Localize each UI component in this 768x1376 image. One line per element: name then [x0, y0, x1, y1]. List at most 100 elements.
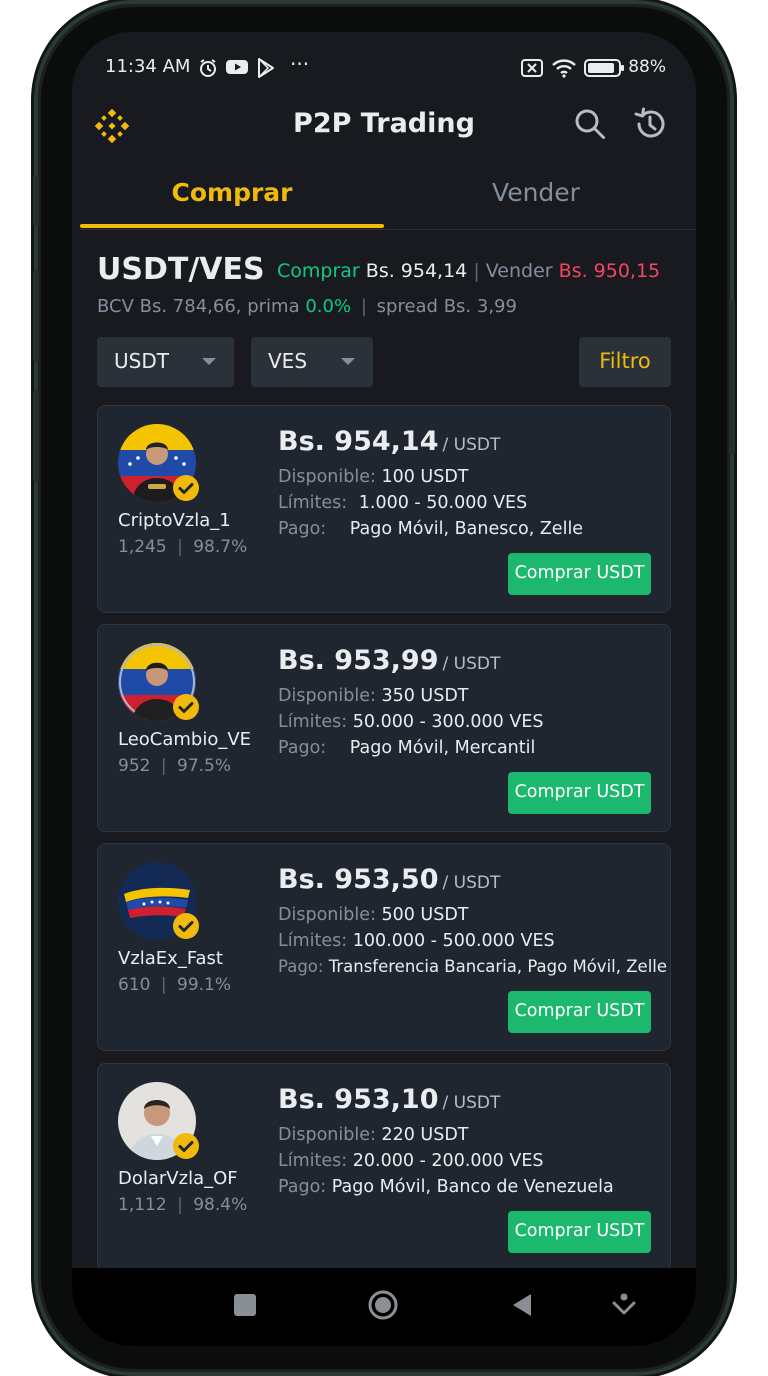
advertiser-name[interactable]: CriptoVzla_1: [118, 510, 231, 531]
limits-value: 100.000 - 500.000 VES: [352, 931, 555, 951]
available-label: Disponible:: [278, 467, 376, 487]
price-value: Bs. 953,50: [278, 864, 439, 895]
verified-check-icon: [173, 694, 199, 720]
available-value: 500 USDT: [381, 905, 469, 925]
limits-value: 1.000 - 50.000 VES: [358, 493, 528, 513]
fiat-select-value: VES: [268, 349, 308, 373]
offer-price: Bs. 954,14/ USDT: [278, 426, 500, 457]
status-more-dots: ···: [290, 52, 310, 76]
active-tab-indicator: [80, 224, 384, 228]
search-icon[interactable]: [572, 106, 608, 142]
pair-name: USDT/VES: [97, 252, 265, 287]
verified-check-icon: [173, 1133, 199, 1159]
stats-separator: |: [160, 975, 167, 995]
limits-label: Límites:: [278, 1151, 348, 1171]
verified-check-icon: [173, 475, 199, 501]
limits-value: 20.000 - 200.000 VES: [352, 1151, 544, 1171]
available-label: Disponible:: [278, 905, 376, 925]
spread-value: spread Bs. 3,99: [376, 296, 517, 317]
available-row: Disponible: 500 USDT: [278, 905, 469, 925]
completion-rate: 97.5%: [177, 756, 232, 776]
buy-usdt-button[interactable]: Comprar USDT: [508, 772, 651, 814]
history-icon[interactable]: [632, 106, 668, 142]
battery-icon: [584, 59, 624, 77]
rate-info: BCV Bs. 784,66, prima 0.0% | spread Bs. …: [97, 296, 517, 317]
limits-row: Límites: 100.000 - 500.000 VES: [278, 931, 555, 951]
orders-count: 952: [118, 756, 151, 776]
home-icon[interactable]: [367, 1289, 399, 1321]
payment-value: Pago Móvil, Banesco, Zelle: [349, 519, 584, 539]
payment-value: Pago Móvil, Banco de Venezuela: [331, 1177, 614, 1197]
buy-usdt-button[interactable]: Comprar USDT: [508, 1211, 651, 1253]
fiat-select[interactable]: VES: [251, 337, 373, 387]
buy-usdt-button[interactable]: Comprar USDT: [508, 553, 651, 595]
rate-separator: |: [360, 296, 367, 317]
limits-label: Límites:: [278, 931, 348, 951]
buy-usdt-button[interactable]: Comprar USDT: [508, 991, 651, 1033]
completion-rate: 99.1%: [177, 975, 232, 995]
screen: 11:34 AM ··· 88% P2P Trading Comprar Ven…: [72, 32, 696, 1346]
payment-value: Transferencia Bancaria, Pago Móvil, Zell…: [328, 957, 668, 976]
tab-comprar[interactable]: Comprar: [80, 178, 384, 207]
verified-check-icon: [173, 913, 199, 939]
chevron-down-icon: [202, 358, 216, 365]
advertiser-name[interactable]: VzlaEx_Fast: [118, 948, 223, 969]
offer-card: LeoCambio_VE 952 | 97.5% Bs. 953,99/ USD…: [97, 624, 671, 832]
stats-separator: |: [160, 756, 167, 776]
limits-label: Límites:: [278, 493, 348, 513]
chevron-down-icon: [341, 358, 355, 365]
price-value: Bs. 953,99: [278, 645, 439, 676]
price-value: Bs. 953,10: [278, 1084, 439, 1115]
status-time: 11:34 AM: [105, 56, 191, 77]
status-bar: 11:34 AM ··· 88%: [72, 50, 696, 86]
bcv-rate: BCV Bs. 784,66, prima: [97, 296, 300, 317]
offer-card: VzlaEx_Fast 610 | 99.1% Bs. 953,50/ USDT…: [97, 843, 671, 1051]
advertiser-name[interactable]: DolarVzla_OF: [118, 1168, 238, 1189]
price-unit: / USDT: [442, 654, 501, 674]
back-icon[interactable]: [509, 1292, 535, 1318]
phone-side-button: [33, 390, 39, 482]
pair-prices: Comprar Bs. 954,14 | Vender Bs. 950,15: [277, 260, 660, 282]
available-value: 100 USDT: [381, 467, 469, 487]
price-unit: / USDT: [442, 873, 501, 893]
available-value: 220 USDT: [381, 1125, 469, 1145]
advertiser-stats: 1,245 | 98.7%: [118, 537, 247, 557]
limits-row: Límites: 50.000 - 300.000 VES: [278, 712, 544, 732]
battery-percent: 88%: [628, 57, 666, 77]
wifi-icon: [552, 59, 576, 78]
prima-value: 0.0%: [305, 296, 352, 317]
payment-row: Pago: Transferencia Bancaria, Pago Móvil…: [278, 957, 667, 976]
offer-card: DolarVzla_OF 1,112 | 98.4% Bs. 953,10/ U…: [97, 1063, 671, 1271]
filter-button[interactable]: Filtro: [579, 337, 671, 387]
available-row: Disponible: 350 USDT: [278, 686, 469, 706]
limits-value: 50.000 - 300.000 VES: [352, 712, 544, 732]
offer-price: Bs. 953,50/ USDT: [278, 864, 500, 895]
buy-label: Comprar: [277, 260, 360, 282]
phone-side-button: [729, 300, 735, 455]
completion-rate: 98.4%: [193, 1195, 248, 1215]
buy-price: Bs. 954,14: [365, 260, 468, 282]
asset-select[interactable]: USDT: [97, 337, 234, 387]
payment-value: Pago Móvil, Mercantil: [349, 738, 536, 758]
available-row: Disponible: 100 USDT: [278, 467, 469, 487]
payment-label: Pago:: [278, 957, 324, 976]
advertiser-stats: 610 | 99.1%: [118, 975, 231, 995]
assistant-icon[interactable]: [612, 1292, 636, 1318]
advertiser-name[interactable]: LeoCambio_VE: [118, 729, 251, 750]
available-row: Disponible: 220 USDT: [278, 1125, 469, 1145]
advertiser-stats: 1,112 | 98.4%: [118, 1195, 247, 1215]
sell-label: Vender: [485, 260, 553, 282]
stats-separator: |: [177, 1195, 183, 1215]
system-nav-bar: [72, 1268, 696, 1346]
payment-label: Pago:: [278, 519, 327, 539]
limits-row: Límites: 1.000 - 50.000 VES: [278, 493, 527, 513]
tab-vender[interactable]: Vender: [384, 178, 688, 207]
price-unit: / USDT: [442, 1093, 501, 1113]
alarm-icon: [200, 59, 216, 77]
limits-row: Límites: 20.000 - 200.000 VES: [278, 1151, 544, 1171]
payment-label: Pago:: [278, 1177, 327, 1197]
recent-apps-icon[interactable]: [232, 1292, 258, 1318]
available-label: Disponible:: [278, 1125, 376, 1145]
phone-side-button: [33, 175, 39, 227]
completion-rate: 98.7%: [193, 537, 248, 557]
